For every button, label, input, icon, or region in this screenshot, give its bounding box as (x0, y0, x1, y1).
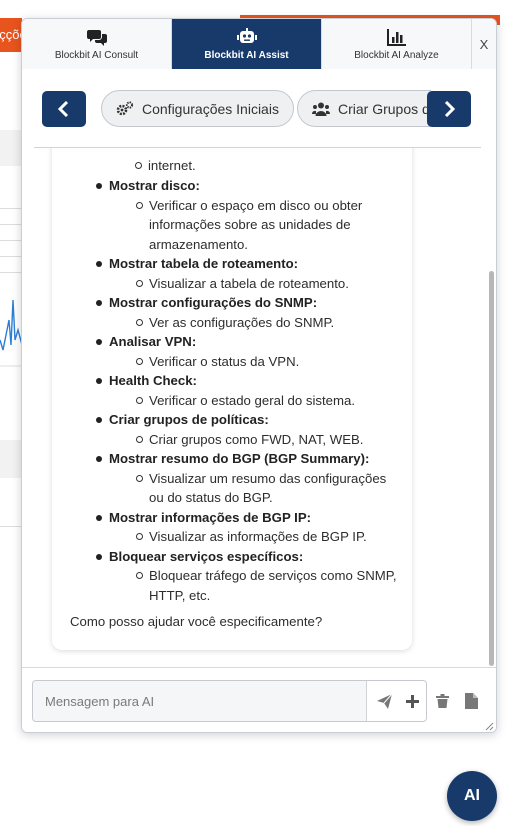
item-description: Verificar o estado geral do sistema. (136, 391, 401, 411)
item-description: Visualizar um resumo das configurações o… (136, 469, 401, 508)
message-input[interactable] (33, 681, 367, 721)
list-item: Criar grupos de políticas: Criar grupos … (71, 410, 401, 449)
list-item: Mostrar resumo do BGP (BGP Summary): Vis… (71, 449, 401, 508)
background-rule (0, 256, 22, 257)
tab-ai-consult[interactable]: Blockbit AI Consult (22, 19, 172, 69)
trash-icon (435, 694, 449, 708)
list-item: Mostrar tabela de roteamento: Visualizar… (71, 254, 401, 293)
list-item: Health Check: Verificar o estado geral d… (71, 371, 401, 410)
item-title: Analisar VPN: (96, 332, 401, 352)
item-title: Health Check: (96, 371, 401, 391)
send-button[interactable] (373, 690, 395, 712)
item-title: Mostrar configurações do SNMP: (96, 293, 401, 313)
bar-chart-icon (386, 28, 406, 46)
scroll-left-button[interactable] (42, 91, 86, 127)
item-title: Mostrar resumo do BGP (BGP Summary): (96, 449, 401, 469)
item-title: Criar grupos de políticas: (96, 410, 401, 430)
item-description: Bloquear tráfego de serviços como SNMP, … (136, 566, 401, 605)
chevron-right-icon (444, 101, 456, 117)
item-description: Verificar o status da VPN. (136, 352, 401, 372)
plus-icon (405, 694, 419, 708)
tab-bar: Blockbit AI Consult Blockbit AI Assist B… (22, 19, 496, 69)
background-band (0, 440, 22, 478)
background-tab-fragment: eçções (0, 18, 22, 52)
background-band (0, 130, 22, 166)
suggestion-nav: Configurações Iniciais Criar Grupos de (22, 89, 496, 129)
background-rule (0, 224, 22, 225)
list-item: Analisar VPN: Verificar o status da VPN. (71, 332, 401, 371)
list-item: Mostrar disco: Verificar o espaço em dis… (71, 176, 401, 254)
users-icon (312, 102, 330, 116)
send-icon (376, 693, 392, 709)
composer (22, 667, 496, 732)
chip-criar-grupos[interactable]: Criar Grupos de (297, 90, 431, 127)
robot-icon (236, 27, 257, 43)
command-list: Mostrar disco: Verificar o espaço em dis… (71, 176, 401, 605)
resize-grip-icon[interactable] (485, 722, 494, 731)
chip-label: Criar Grupos de (338, 100, 431, 117)
background-rule (0, 526, 22, 527)
message-text-fragment: internet. (135, 156, 392, 176)
chevron-left-icon (57, 101, 69, 117)
list-item: Mostrar configurações do SNMP: Ver as co… (71, 293, 401, 332)
tab-label: Blockbit AI Analyze (354, 49, 439, 61)
chip-label: Configurações Iniciais (142, 100, 279, 117)
item-description: Verificar o espaço em disco ou obter inf… (136, 196, 401, 255)
assistant-message: internet. Mostrar disco: Verificar o esp… (52, 148, 412, 650)
attach-button[interactable] (401, 690, 423, 712)
background-chart-fragment (0, 299, 22, 367)
scroll-right-button[interactable] (427, 91, 471, 127)
item-title: Bloquear serviços específicos: (96, 547, 401, 567)
chat-bubbles-icon (86, 29, 107, 46)
gears-icon (116, 100, 134, 115)
export-chat-button[interactable] (462, 692, 480, 710)
item-title: Mostrar informações de BGP IP: (96, 508, 401, 528)
item-description: Criar grupos como FWD, NAT, WEB. (136, 430, 401, 450)
list-item: Mostrar informações de BGP IP: Visualiza… (71, 508, 401, 547)
suggestion-chips: Configurações Iniciais Criar Grupos de (101, 89, 431, 129)
message-input-group (32, 680, 427, 722)
item-title: Mostrar disco: (96, 176, 401, 196)
item-title: Mostrar tabela de roteamento: (96, 254, 401, 274)
closing-question: Como posso ajudar você especificamente? (70, 614, 323, 629)
ai-assistant-panel: Blockbit AI Consult Blockbit AI Assist B… (21, 18, 497, 733)
background-rule (0, 272, 22, 273)
tab-label: Blockbit AI Consult (54, 49, 139, 61)
item-description: Visualizar a tabela de roteamento. (136, 274, 401, 294)
list-item: Bloquear serviços específicos: Bloquear … (71, 547, 401, 606)
chat-area: internet. Mostrar disco: Verificar o esp… (22, 148, 496, 667)
ai-floating-button[interactable]: AI (447, 771, 497, 821)
message-body: internet. (52, 156, 392, 176)
background-rule (0, 240, 22, 241)
tab-ai-analyze[interactable]: Blockbit AI Analyze (322, 19, 472, 69)
chat-scrollbar[interactable] (489, 271, 494, 666)
clear-chat-button[interactable] (433, 692, 451, 710)
tab-label: Blockbit AI Assist (204, 49, 289, 61)
tab-ai-assist[interactable]: Blockbit AI Assist (172, 19, 322, 69)
background-rule (0, 208, 22, 209)
item-description: Visualizar as informações de BGP IP. (136, 527, 401, 547)
chip-configuracoes-iniciais[interactable]: Configurações Iniciais (101, 90, 294, 127)
close-button[interactable]: X (472, 19, 496, 69)
file-icon (464, 693, 478, 709)
item-description: Ver as configurações do SNMP. (136, 313, 401, 333)
